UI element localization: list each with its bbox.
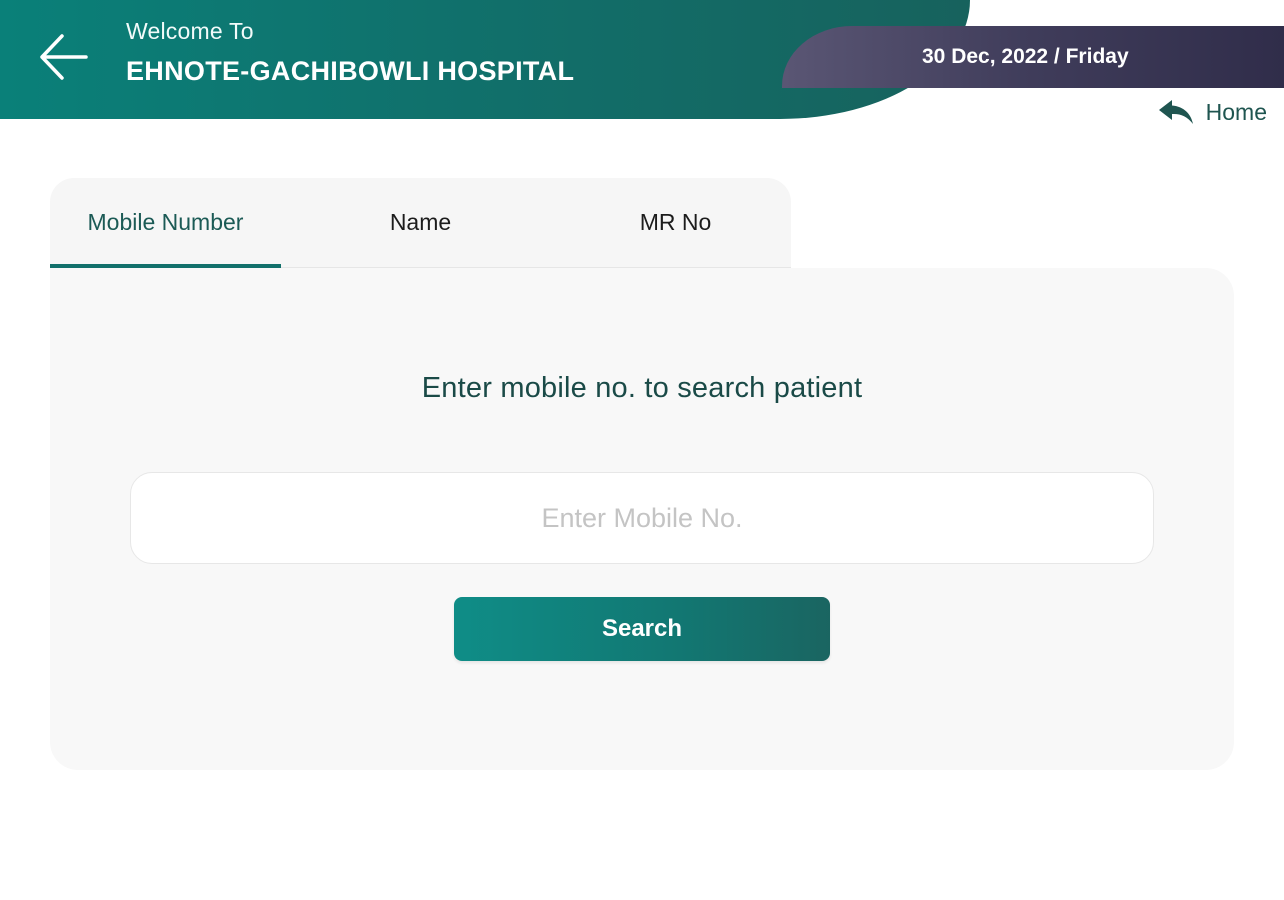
arrow-left-icon [40,34,88,80]
tab-mr-no[interactable]: MR No [560,178,791,266]
home-label: Home [1205,98,1267,125]
tab-mobile-number[interactable]: Mobile Number [50,178,281,268]
date-text: 30 Dec, 2022 / Friday [922,45,1129,68]
tab-name[interactable]: Name [281,178,560,266]
date-banner: 30 Dec, 2022 / Friday [782,26,1284,88]
hospital-name: EHNOTE-GACHIBOWLI HOSPITAL [126,56,575,86]
search-mode-tabs: Mobile Number Name MR No [50,178,791,268]
back-button[interactable] [28,22,98,92]
mobile-number-input[interactable] [130,472,1154,564]
patient-search-page: Welcome To EHNOTE-GACHIBOWLI HOSPITAL 30… [0,0,1284,900]
search-panel: Enter mobile no. to search patient Searc… [50,268,1234,770]
search-prompt: Enter mobile no. to search patient [421,372,863,404]
search-button[interactable]: Search [454,597,830,661]
welcome-text: Welcome To [126,18,254,44]
home-link[interactable]: Home [1158,96,1267,128]
reply-arrow-icon [1158,100,1193,124]
